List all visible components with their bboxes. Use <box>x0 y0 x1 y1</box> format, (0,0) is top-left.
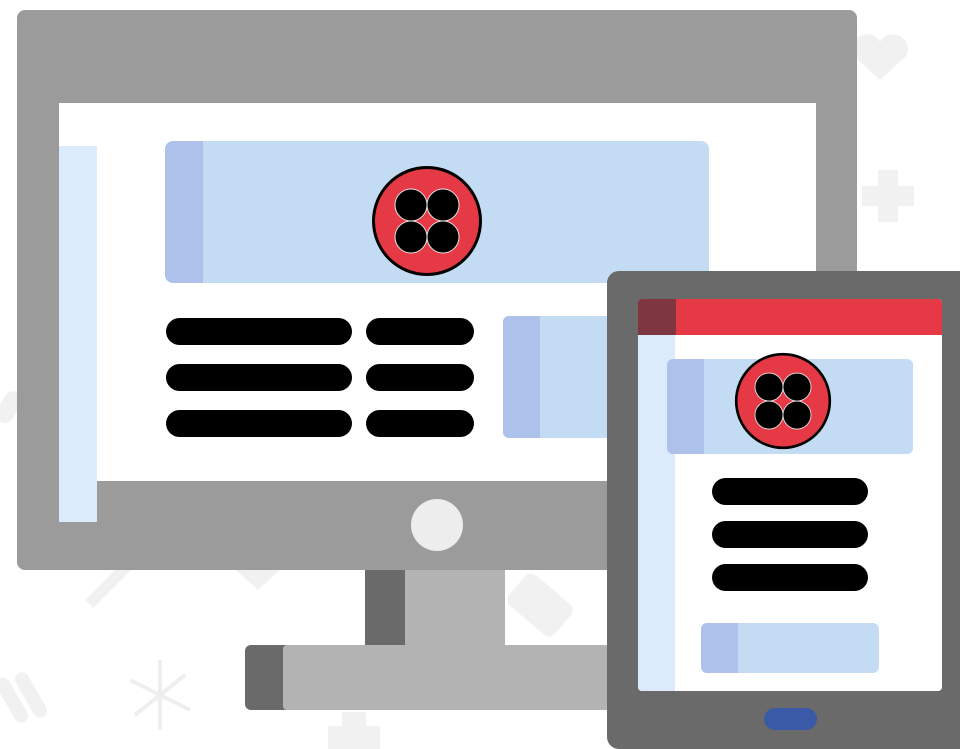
text-line-placeholder <box>712 564 868 591</box>
tablet-header-accent <box>638 299 676 335</box>
text-line-placeholder <box>366 410 474 437</box>
text-line-placeholder <box>712 521 868 548</box>
tablet-hero-accent <box>667 359 704 454</box>
text-line-placeholder <box>166 364 352 391</box>
medical-cross-icon <box>862 170 914 222</box>
tablet-home-button[interactable] <box>764 708 817 730</box>
monitor-sidebar <box>59 146 97 522</box>
monitor-power-button[interactable] <box>411 499 463 551</box>
text-line-placeholder <box>712 478 868 505</box>
text-line-placeholder <box>166 318 352 345</box>
side-card-accent <box>503 316 540 438</box>
monitor-stand-neck-shadow <box>365 570 405 645</box>
hero-card-accent <box>165 141 203 283</box>
tablet-header-bar <box>638 299 942 335</box>
tablet-action-button[interactable] <box>701 623 879 673</box>
monitor-stand-neck <box>405 570 505 645</box>
medical-cross-icon <box>328 712 380 749</box>
heart-pulse-icon <box>852 34 908 80</box>
pill-pack-icon <box>507 573 573 637</box>
molecule-icon <box>129 660 191 730</box>
text-line-placeholder <box>166 410 352 437</box>
text-line-placeholder <box>366 364 474 391</box>
monitor-stand-base <box>283 645 613 710</box>
monitor-hero-card <box>165 141 709 283</box>
tablet-button-accent <box>701 623 738 673</box>
monitor-side-card <box>503 316 613 438</box>
four-dot-circle-logo-icon <box>372 166 482 276</box>
four-dot-circle-logo-icon <box>734 352 832 450</box>
text-line-placeholder <box>366 318 474 345</box>
